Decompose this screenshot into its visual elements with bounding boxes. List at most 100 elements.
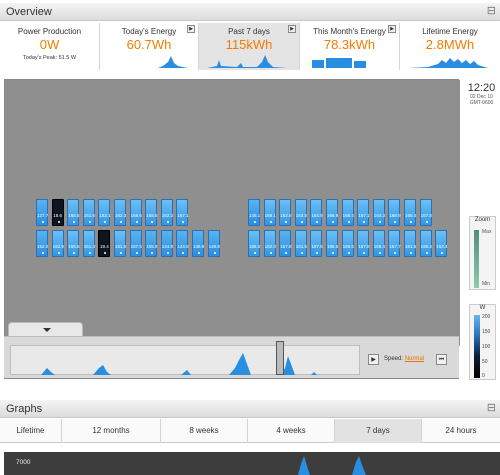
solar-panel[interactable]: 168.9: [388, 199, 401, 226]
solar-panel[interactable]: 149.8: [207, 230, 220, 257]
solar-panel[interactable]: 161.6: [404, 230, 416, 257]
speed-label: Speed:: [384, 356, 404, 362]
speed-link[interactable]: Normal: [405, 356, 424, 362]
panel-array[interactable]: 127.7 18.6 165.5 161.6 182.1 162.3 166.6 165.5 1…: [5, 80, 460, 346]
panel-status-dot: [394, 252, 397, 254]
solar-panel[interactable]: 161.6: [82, 199, 95, 226]
zoom-label: Zoom: [474, 217, 491, 223]
solar-panel[interactable]: 161.5: [294, 230, 307, 257]
play-button[interactable]: ▶: [368, 354, 379, 365]
solar-panel[interactable]: 165.5: [67, 230, 79, 257]
card-subtitle: Today's Peak: 51.5 W: [22, 55, 77, 61]
solar-panel[interactable]: 155.8: [145, 230, 157, 257]
solar-panel[interactable]: 165.5: [145, 199, 157, 226]
solar-panel[interactable]: 162.3: [114, 199, 126, 226]
graphs-title: Graphs: [6, 403, 43, 415]
range-tab-7-days[interactable]: 7 days: [335, 419, 422, 443]
legend-tick: 50: [482, 359, 488, 365]
solar-panel[interactable]: 144.8: [176, 230, 189, 257]
collapse-icon[interactable]: ⊟: [487, 401, 496, 414]
play-icon[interactable]: ▶: [288, 25, 296, 33]
solar-panel[interactable]: 182.1: [98, 199, 111, 226]
solar-panel[interactable]: 167.1: [357, 199, 369, 226]
solar-panel[interactable]: 161.4: [82, 230, 95, 257]
panel-status-dot: [104, 221, 107, 223]
solar-panel[interactable]: 165.5: [67, 199, 79, 226]
solar-panel[interactable]: 157.8: [279, 230, 291, 257]
solar-panel[interactable]: 162.0: [263, 230, 276, 257]
range-tab-24-hours[interactable]: 24 hours: [422, 419, 500, 443]
stat-cards: Power Production 0W Today's Peak: 51.5 W…: [0, 23, 500, 70]
solar-panel[interactable]: 165.4: [341, 199, 354, 226]
solar-panel[interactable]: 144.8: [160, 230, 173, 257]
solar-panel[interactable]: 168.1: [263, 199, 276, 226]
solar-panel[interactable]: 165.4: [419, 230, 432, 257]
solar-panel[interactable]: 18.6: [51, 199, 64, 226]
card-todays-energy[interactable]: ▶ Today's Energy 60.7Wh: [100, 23, 199, 70]
panel-status-dot: [378, 252, 381, 254]
solar-panel[interactable]: 145.1: [248, 199, 260, 226]
card-this-month[interactable]: ▶ This Month's Energy 78.3kWh: [300, 23, 400, 70]
solar-panel[interactable]: 164.3: [372, 199, 385, 226]
panel-status-dot: [135, 221, 138, 223]
card-value: 2.8MWh: [425, 37, 475, 52]
overview-title: Overview: [6, 6, 52, 18]
panel-status-dot: [57, 252, 60, 254]
solar-panel[interactable]: 167.8: [419, 199, 432, 226]
solar-panel[interactable]: 167.7: [388, 230, 401, 257]
solar-panel[interactable]: 162.9: [51, 230, 64, 257]
solar-panel[interactable]: 163.8: [294, 199, 307, 226]
solar-panel[interactable]: 152.0: [36, 230, 48, 257]
card-title: Today's Energy: [121, 27, 177, 36]
panel-status-dot: [104, 252, 107, 254]
card-value: 0W: [39, 37, 60, 52]
card-lifetime-energy[interactable]: Lifetime Energy 2.8MWh: [400, 23, 500, 70]
range-tab-12-months[interactable]: 12 months: [62, 419, 161, 443]
solar-panel[interactable]: 165.6: [341, 230, 354, 257]
solar-panel[interactable]: 127.7: [36, 199, 48, 226]
panel-status-dot: [347, 252, 350, 254]
range-tab-lifetime[interactable]: Lifetime: [0, 419, 62, 443]
power-legend: W 200 150 100 50 0: [469, 304, 496, 380]
panel-status-dot: [300, 221, 303, 223]
play-icon[interactable]: ▶: [388, 25, 396, 33]
range-tab-4-weeks[interactable]: 4 weeks: [248, 419, 335, 443]
timeline-track[interactable]: [10, 345, 360, 375]
card-title: Past 7 days: [228, 27, 270, 36]
solar-panel[interactable]: 165.3: [248, 230, 260, 257]
panel-status-dot: [166, 252, 169, 254]
panel-status-dot: [285, 221, 288, 223]
solar-panel[interactable]: 149.8: [192, 230, 204, 257]
solar-panel[interactable]: 164.9: [310, 199, 323, 226]
card-power-production[interactable]: Power Production 0W Today's Peak: 51.5 W: [0, 23, 100, 70]
overview-header[interactable]: Overview ⊟: [0, 3, 500, 21]
card-value: 78.3kWh: [323, 37, 376, 52]
panel-status-dot: [73, 221, 76, 223]
solar-panel[interactable]: 166.5: [326, 230, 338, 257]
skip-to-end-button[interactable]: ⏮: [436, 354, 447, 365]
solar-panel[interactable]: 161.6: [114, 230, 126, 257]
solar-panel[interactable]: 162.6: [279, 199, 291, 226]
solar-panel[interactable]: 157.5: [129, 230, 142, 257]
collapse-icon[interactable]: ⊟: [487, 4, 496, 17]
clock-timezone: GMT-0600: [469, 100, 494, 106]
solar-panel[interactable]: 165.4: [404, 199, 416, 226]
timeline-scrubber-handle[interactable]: [276, 341, 284, 375]
solar-panel[interactable]: 19.4: [98, 230, 111, 257]
solar-panel[interactable]: 167.5: [310, 230, 323, 257]
zoom-slider[interactable]: [474, 230, 479, 288]
solar-panel[interactable]: 165.4: [372, 230, 385, 257]
range-tab-8-weeks[interactable]: 8 weeks: [161, 419, 248, 443]
play-icon[interactable]: ▶: [187, 25, 195, 33]
solar-panel[interactable]: 167.1: [176, 199, 189, 226]
timeline-toggle-tab[interactable]: [8, 322, 83, 336]
solar-panel[interactable]: 166.9: [326, 199, 338, 226]
panel-status-dot: [151, 221, 154, 223]
solar-panel[interactable]: 167.8: [357, 230, 369, 257]
card-past-7-days[interactable]: ▶ Past 7 days 115kWh: [199, 23, 300, 70]
solar-panel[interactable]: 164.4: [435, 230, 447, 257]
panel-status-dot: [88, 221, 91, 223]
solar-panel[interactable]: 162.3: [160, 199, 173, 226]
graphs-header[interactable]: Graphs ⊟: [0, 400, 500, 418]
solar-panel[interactable]: 166.6: [129, 199, 142, 226]
